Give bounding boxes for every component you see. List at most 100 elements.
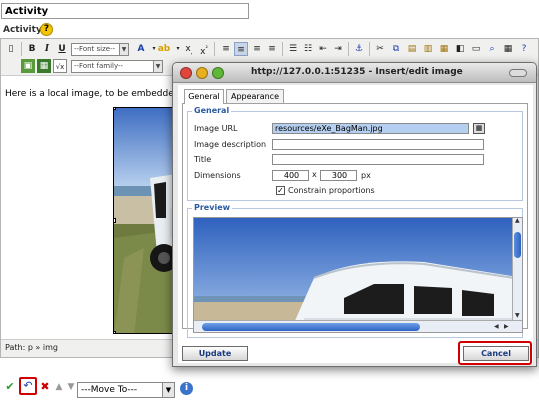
outdent-icon[interactable]: ⇤	[316, 42, 330, 56]
scroll-right-icon[interactable]: ▶	[504, 323, 509, 330]
cancel-highlight-box	[458, 341, 532, 365]
move-up-icon[interactable]: ▲	[53, 381, 65, 393]
scroll-left-icon[interactable]: ◀	[494, 323, 499, 330]
close-window-button[interactable]	[180, 67, 192, 79]
toolbar-toggle-button[interactable]	[509, 69, 527, 77]
paste-icon[interactable]: ▤	[405, 42, 419, 56]
activity-title-input[interactable]	[1, 3, 249, 19]
toolbar-separator	[348, 42, 349, 56]
chevron-down-icon: ▼	[119, 44, 128, 55]
indent-icon[interactable]: ⇥	[331, 42, 345, 56]
image-url-label: Image URL	[194, 124, 238, 133]
resize-handle[interactable]	[114, 108, 116, 110]
delete-icon[interactable]: ✖	[39, 381, 51, 393]
cut-icon[interactable]: ✂	[373, 42, 387, 56]
numbered-list-icon[interactable]: ☷	[301, 42, 315, 56]
image-icon[interactable]: ▣	[21, 59, 35, 73]
move-to-label: ---Move To---	[81, 385, 138, 395]
dialog-titlebar: http://127.0.0.1:51235 - Insert/edit ima…	[173, 63, 536, 83]
preview-legend: Preview	[192, 203, 233, 212]
font-size-select[interactable]: --Font size-- ▼	[71, 43, 129, 56]
update-button[interactable]: Update	[182, 346, 248, 361]
new-document-icon[interactable]: ▯	[4, 42, 18, 56]
highlight-color-icon[interactable]: ab	[157, 42, 171, 56]
constrain-proportions-label: Constrain proportions	[288, 186, 375, 195]
move-down-icon[interactable]: ▼	[65, 381, 77, 393]
dimensions-unit: px	[361, 171, 371, 180]
dimensions-times: x	[312, 170, 317, 179]
help-icon[interactable]: ?	[40, 23, 53, 36]
bold-button[interactable]: B	[25, 42, 39, 56]
table-icon[interactable]: ▦	[501, 42, 515, 56]
font-family-select[interactable]: --Font family-- ▼	[71, 60, 163, 73]
bullet-list-icon[interactable]: ☰	[286, 42, 300, 56]
preview-fieldset: Preview ▲ ▼ ◀ ▶	[187, 203, 523, 338]
toolbar-separator	[21, 42, 22, 56]
underline-button[interactable]: U	[55, 42, 69, 56]
align-center-icon[interactable]: ≡	[234, 42, 248, 56]
image-preview: ▲ ▼ ◀ ▶	[193, 217, 523, 333]
font-family-label: --Font family--	[74, 62, 124, 70]
insert-edit-image-dialog: http://127.0.0.1:51235 - Insert/edit ima…	[172, 62, 537, 367]
title-input[interactable]	[272, 154, 484, 165]
element-path: Path: p » img	[5, 343, 58, 352]
select-all-icon[interactable]: ◧	[453, 42, 467, 56]
media-icon[interactable]: ▦	[37, 59, 51, 73]
image-description-label: Image description	[194, 140, 267, 149]
math-icon[interactable]: √x	[53, 59, 67, 73]
vertical-scroll-thumb[interactable]	[514, 232, 521, 258]
text-color-icon[interactable]: A	[134, 42, 148, 56]
align-left-icon[interactable]: ≡	[219, 42, 233, 56]
copy-icon[interactable]: ⧉	[389, 42, 403, 56]
dialog-body: General Appearance General Image URL res…	[178, 85, 533, 363]
dialog-title: http://127.0.0.1:51235 - Insert/edit ima…	[251, 67, 463, 77]
general-legend: General	[192, 106, 232, 115]
editor-content-text[interactable]: Here is a local image, to be embedded	[5, 89, 179, 99]
tab-general[interactable]: General	[184, 89, 224, 104]
height-input[interactable]: 300	[320, 170, 357, 181]
zoom-window-button[interactable]	[212, 67, 224, 79]
chevron-down-icon: ▼	[162, 383, 174, 397]
toolbar-separator	[369, 42, 370, 56]
resize-handle[interactable]	[114, 218, 116, 223]
title-label: Title	[194, 155, 212, 164]
done-check-icon[interactable]: ✔	[4, 381, 16, 393]
toolbar-separator	[282, 42, 283, 56]
general-fieldset: General Image URL resources/eXe_BagMan.j…	[187, 106, 523, 201]
tab-appearance[interactable]: Appearance	[226, 89, 284, 103]
align-right-icon[interactable]: ≡	[250, 42, 264, 56]
general-tab-panel: General Image URL resources/eXe_BagMan.j…	[182, 103, 528, 338]
paste-word-icon[interactable]: ▦	[437, 42, 451, 56]
tab-appearance-label: Appearance	[230, 92, 280, 101]
dimensions-label: Dimensions	[194, 171, 241, 180]
constrain-proportions-checkbox[interactable]: ✓	[276, 186, 285, 195]
image-url-input[interactable]: resources/eXe_BagMan.jpg	[272, 123, 469, 134]
info-icon[interactable]: i	[180, 382, 193, 395]
image-description-input[interactable]	[272, 139, 484, 150]
width-input[interactable]: 400	[272, 170, 309, 181]
subscript-icon[interactable]: x,	[182, 42, 196, 56]
align-justify-icon[interactable]: ≡	[265, 42, 279, 56]
font-size-label: --Font size--	[74, 45, 116, 53]
resize-handle[interactable]	[114, 331, 116, 333]
tab-general-label: General	[188, 92, 220, 101]
hr-icon[interactable]: ▭	[469, 42, 483, 56]
italic-button[interactable]: I	[40, 42, 54, 56]
superscript-icon[interactable]: x²	[197, 42, 211, 57]
chevron-down-icon: ▼	[153, 61, 162, 72]
activity-label: Activity	[3, 25, 42, 35]
browse-icon[interactable]: ▦	[473, 123, 485, 134]
scroll-up-icon[interactable]: ▲	[515, 218, 520, 224]
horizontal-scrollbar[interactable]: ◀ ▶	[194, 320, 522, 332]
help-icon[interactable]: ?	[517, 42, 531, 56]
vertical-scrollbar[interactable]: ▲ ▼	[512, 218, 522, 322]
minimize-window-button[interactable]	[196, 67, 208, 79]
scroll-down-icon[interactable]: ▼	[515, 312, 520, 319]
undo-highlight-box	[19, 377, 37, 395]
paste-text-icon[interactable]: ▥	[421, 42, 435, 56]
anchor-icon[interactable]: ⚓	[352, 42, 366, 56]
move-to-select[interactable]: ---Move To--- ▼	[77, 382, 175, 398]
find-icon[interactable]: ⌕	[485, 42, 499, 56]
horizontal-scroll-thumb[interactable]	[202, 323, 420, 331]
toolbar-separator	[214, 42, 215, 56]
